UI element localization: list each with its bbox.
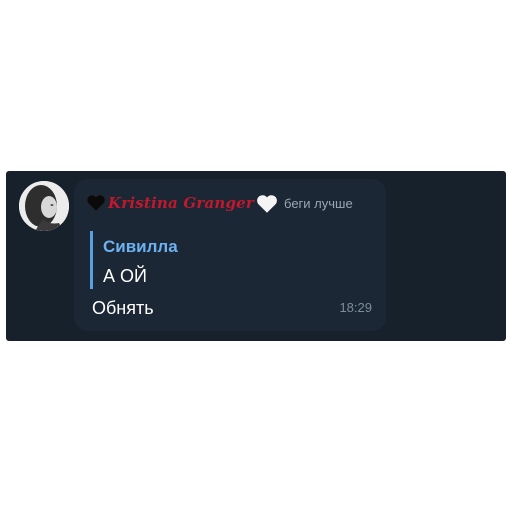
reply-preview[interactable]: Сивилла А ОЙ — [90, 231, 178, 289]
black-heart-icon — [86, 194, 106, 212]
chat-panel: Kristina Granger беги лучше Сивилла А ОЙ… — [6, 171, 506, 341]
reply-text: А ОЙ — [103, 266, 147, 286]
sender-name[interactable]: Kristina Granger — [108, 194, 254, 212]
message-timestamp: 18:29 — [339, 300, 372, 315]
reply-author: Сивилла — [103, 237, 178, 256]
message-text: Обнять — [92, 298, 154, 318]
sender-row: Kristina Granger беги лучше — [86, 191, 353, 215]
sender-title: беги лучше — [284, 195, 353, 211]
message-bubble[interactable]: Kristina Granger беги лучше Сивилла А ОЙ… — [74, 179, 386, 331]
avatar[interactable] — [19, 181, 69, 231]
white-heart-icon — [256, 194, 277, 213]
